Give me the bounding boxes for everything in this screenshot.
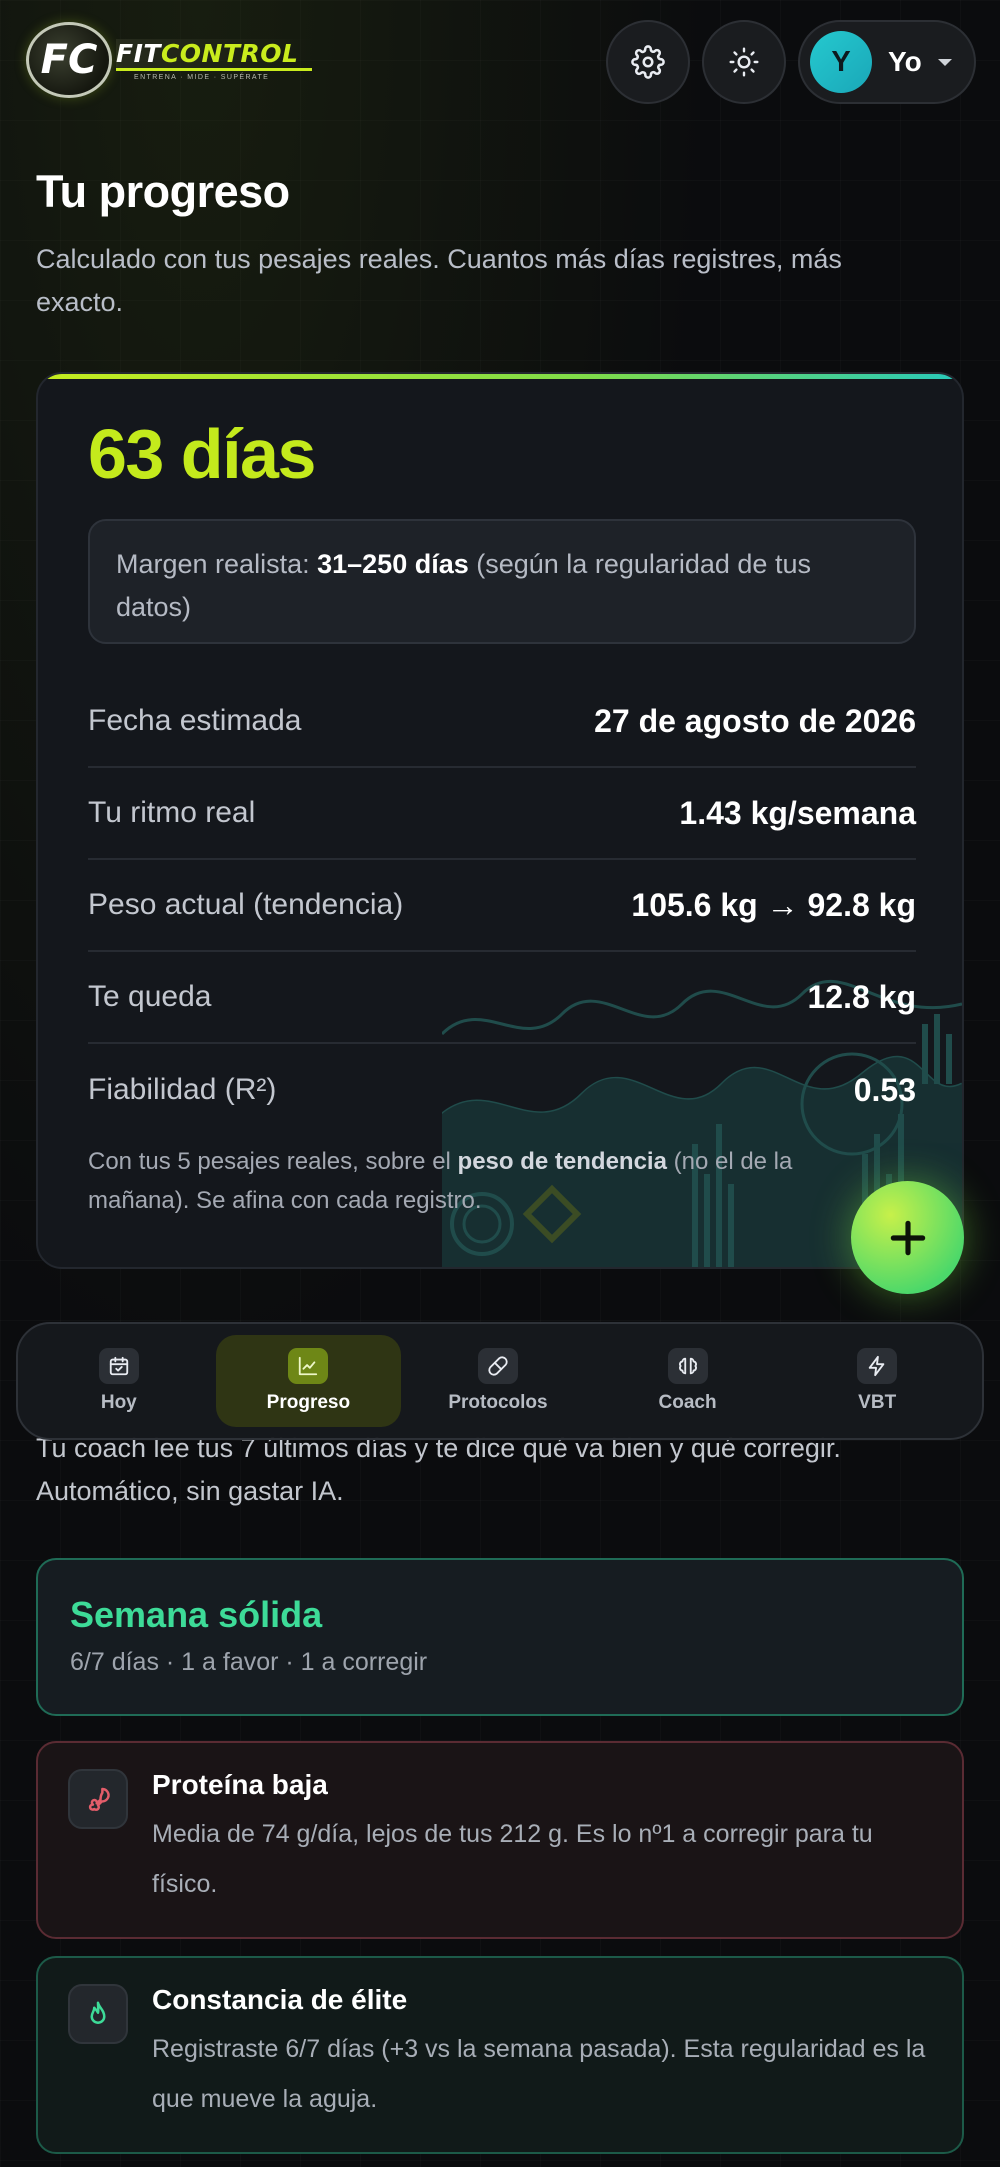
add-entry-button[interactable] <box>851 1181 964 1294</box>
user-menu-button[interactable]: Y Yo <box>798 20 976 104</box>
logo-name: FITCONTROL <box>116 39 313 71</box>
logo-mark: FC <box>26 22 112 98</box>
note-bold: peso de tendencia <box>457 1148 667 1175</box>
stat-label: Tu ritmo real <box>88 796 256 829</box>
insight-title: Proteína baja <box>152 1769 328 1800</box>
bottom-nav: Hoy Progreso Protocolos Coach VBT <box>16 1322 984 1440</box>
chart-icon <box>288 1348 329 1384</box>
calculation-note: Con tus 5 pesajes reales, sobre el peso … <box>88 1142 888 1220</box>
gear-icon <box>631 45 665 79</box>
theme-toggle-button[interactable] <box>702 20 786 104</box>
logo-wordmark: FITCONTROL ENTRENA · MIDE · SUPÉRATE <box>116 39 313 81</box>
insight-title: Constancia de élite <box>152 1984 408 2015</box>
stat-row-reliability: Fiabilidad (R²) 0.53 <box>88 1044 916 1136</box>
nav-label: Protocolos <box>448 1392 548 1413</box>
stat-label: Peso actual (tendencia) <box>88 888 404 921</box>
estimated-days: 63 días <box>88 415 316 493</box>
stat-value: 0.53 <box>853 1071 916 1108</box>
logo-name-part2: CONTROL <box>160 39 299 68</box>
insight-body: Registraste 6/7 días (+3 vs la semana pa… <box>152 2035 926 2113</box>
nav-label: Progreso <box>266 1392 351 1413</box>
note-prefix: Con tus 5 pesajes reales, sobre el <box>88 1148 451 1175</box>
nav-item-vbt[interactable]: VBT <box>784 1335 970 1427</box>
plus-icon <box>890 1220 925 1255</box>
progress-stats-list: Fecha estimada 27 de agosto de 2026 Tu r… <box>88 676 916 1136</box>
weekly-summary-card: Semana sólida 6/7 días · 1 a favor · 1 a… <box>36 1558 964 1716</box>
app-logo[interactable]: FC FITCONTROL ENTRENA · MIDE · SUPÉRATE <box>26 22 313 98</box>
stat-label: Fiabilidad (R²) <box>88 1073 277 1106</box>
pill-icon <box>477 1348 518 1384</box>
progress-estimate-card: 63 días Margen realista: 31–250 días (se… <box>36 372 964 1269</box>
stat-row-estimated-date: Fecha estimada 27 de agosto de 2026 <box>88 676 916 768</box>
app-header: FC FITCONTROL ENTRENA · MIDE · SUPÉRATE … <box>0 0 1000 125</box>
nav-label: Coach <box>658 1392 717 1413</box>
chevron-down-icon <box>937 58 952 66</box>
weekly-summary-title: Semana sólida <box>70 1594 323 1635</box>
logo-name-part1: FIT <box>116 39 161 68</box>
nav-label: Hoy <box>100 1392 137 1413</box>
calendar-icon <box>98 1348 139 1384</box>
realistic-margin-box: Margen realista: 31–250 días (según la r… <box>88 519 916 644</box>
weekly-summary-meta: 6/7 días · 1 a favor · 1 a corregir <box>70 1648 428 1676</box>
margin-value: 31–250 días <box>317 549 469 579</box>
nav-item-progreso[interactable]: Progreso <box>215 1335 402 1427</box>
drumstick-icon <box>68 1769 128 1829</box>
nav-item-protocolos[interactable]: Protocolos <box>405 1335 591 1427</box>
brain-icon <box>667 1348 708 1384</box>
logo-mark-letters: FC <box>40 37 98 83</box>
stat-label: Fecha estimada <box>88 704 302 737</box>
insight-body: Media de 74 g/día, lejos de tus 212 g. E… <box>152 1820 873 1898</box>
flame-icon <box>68 1984 128 2044</box>
nav-item-coach[interactable]: Coach <box>595 1335 781 1427</box>
card-accent-bar <box>38 374 962 379</box>
stat-row-real-pace: Tu ritmo real 1.43 kg/semana <box>88 768 916 860</box>
sun-icon <box>729 47 759 77</box>
insight-card-protein: Proteína baja Media de 74 g/día, lejos d… <box>36 1741 964 1939</box>
nav-item-hoy[interactable]: Hoy <box>26 1335 212 1427</box>
stat-value: 1.43 kg/semana <box>679 794 916 831</box>
stat-value: 27 de agosto de 2026 <box>594 702 916 739</box>
stat-label: Te queda <box>88 980 212 1013</box>
stat-value: 12.8 kg <box>807 978 916 1015</box>
page-title: Tu progreso <box>36 166 290 217</box>
stat-row-remaining: Te queda 12.8 kg <box>88 952 916 1044</box>
stat-row-current-weight: Peso actual (tendencia) 105.6 kg → 92.8 … <box>88 860 916 952</box>
insight-card-consistency: Constancia de élite Registraste 6/7 días… <box>36 1956 964 2154</box>
margin-label: Margen realista: <box>116 549 310 579</box>
nav-label: VBT <box>858 1392 897 1413</box>
user-name: Yo <box>888 46 922 77</box>
page-subtitle: Calculado con tus pesajes reales. Cuanto… <box>36 244 842 317</box>
logo-tagline: ENTRENA · MIDE · SUPÉRATE <box>134 74 270 81</box>
settings-button[interactable] <box>606 20 690 104</box>
lightning-icon <box>857 1348 898 1384</box>
stat-value: 105.6 kg → 92.8 kg <box>631 886 916 923</box>
avatar: Y <box>810 31 872 93</box>
